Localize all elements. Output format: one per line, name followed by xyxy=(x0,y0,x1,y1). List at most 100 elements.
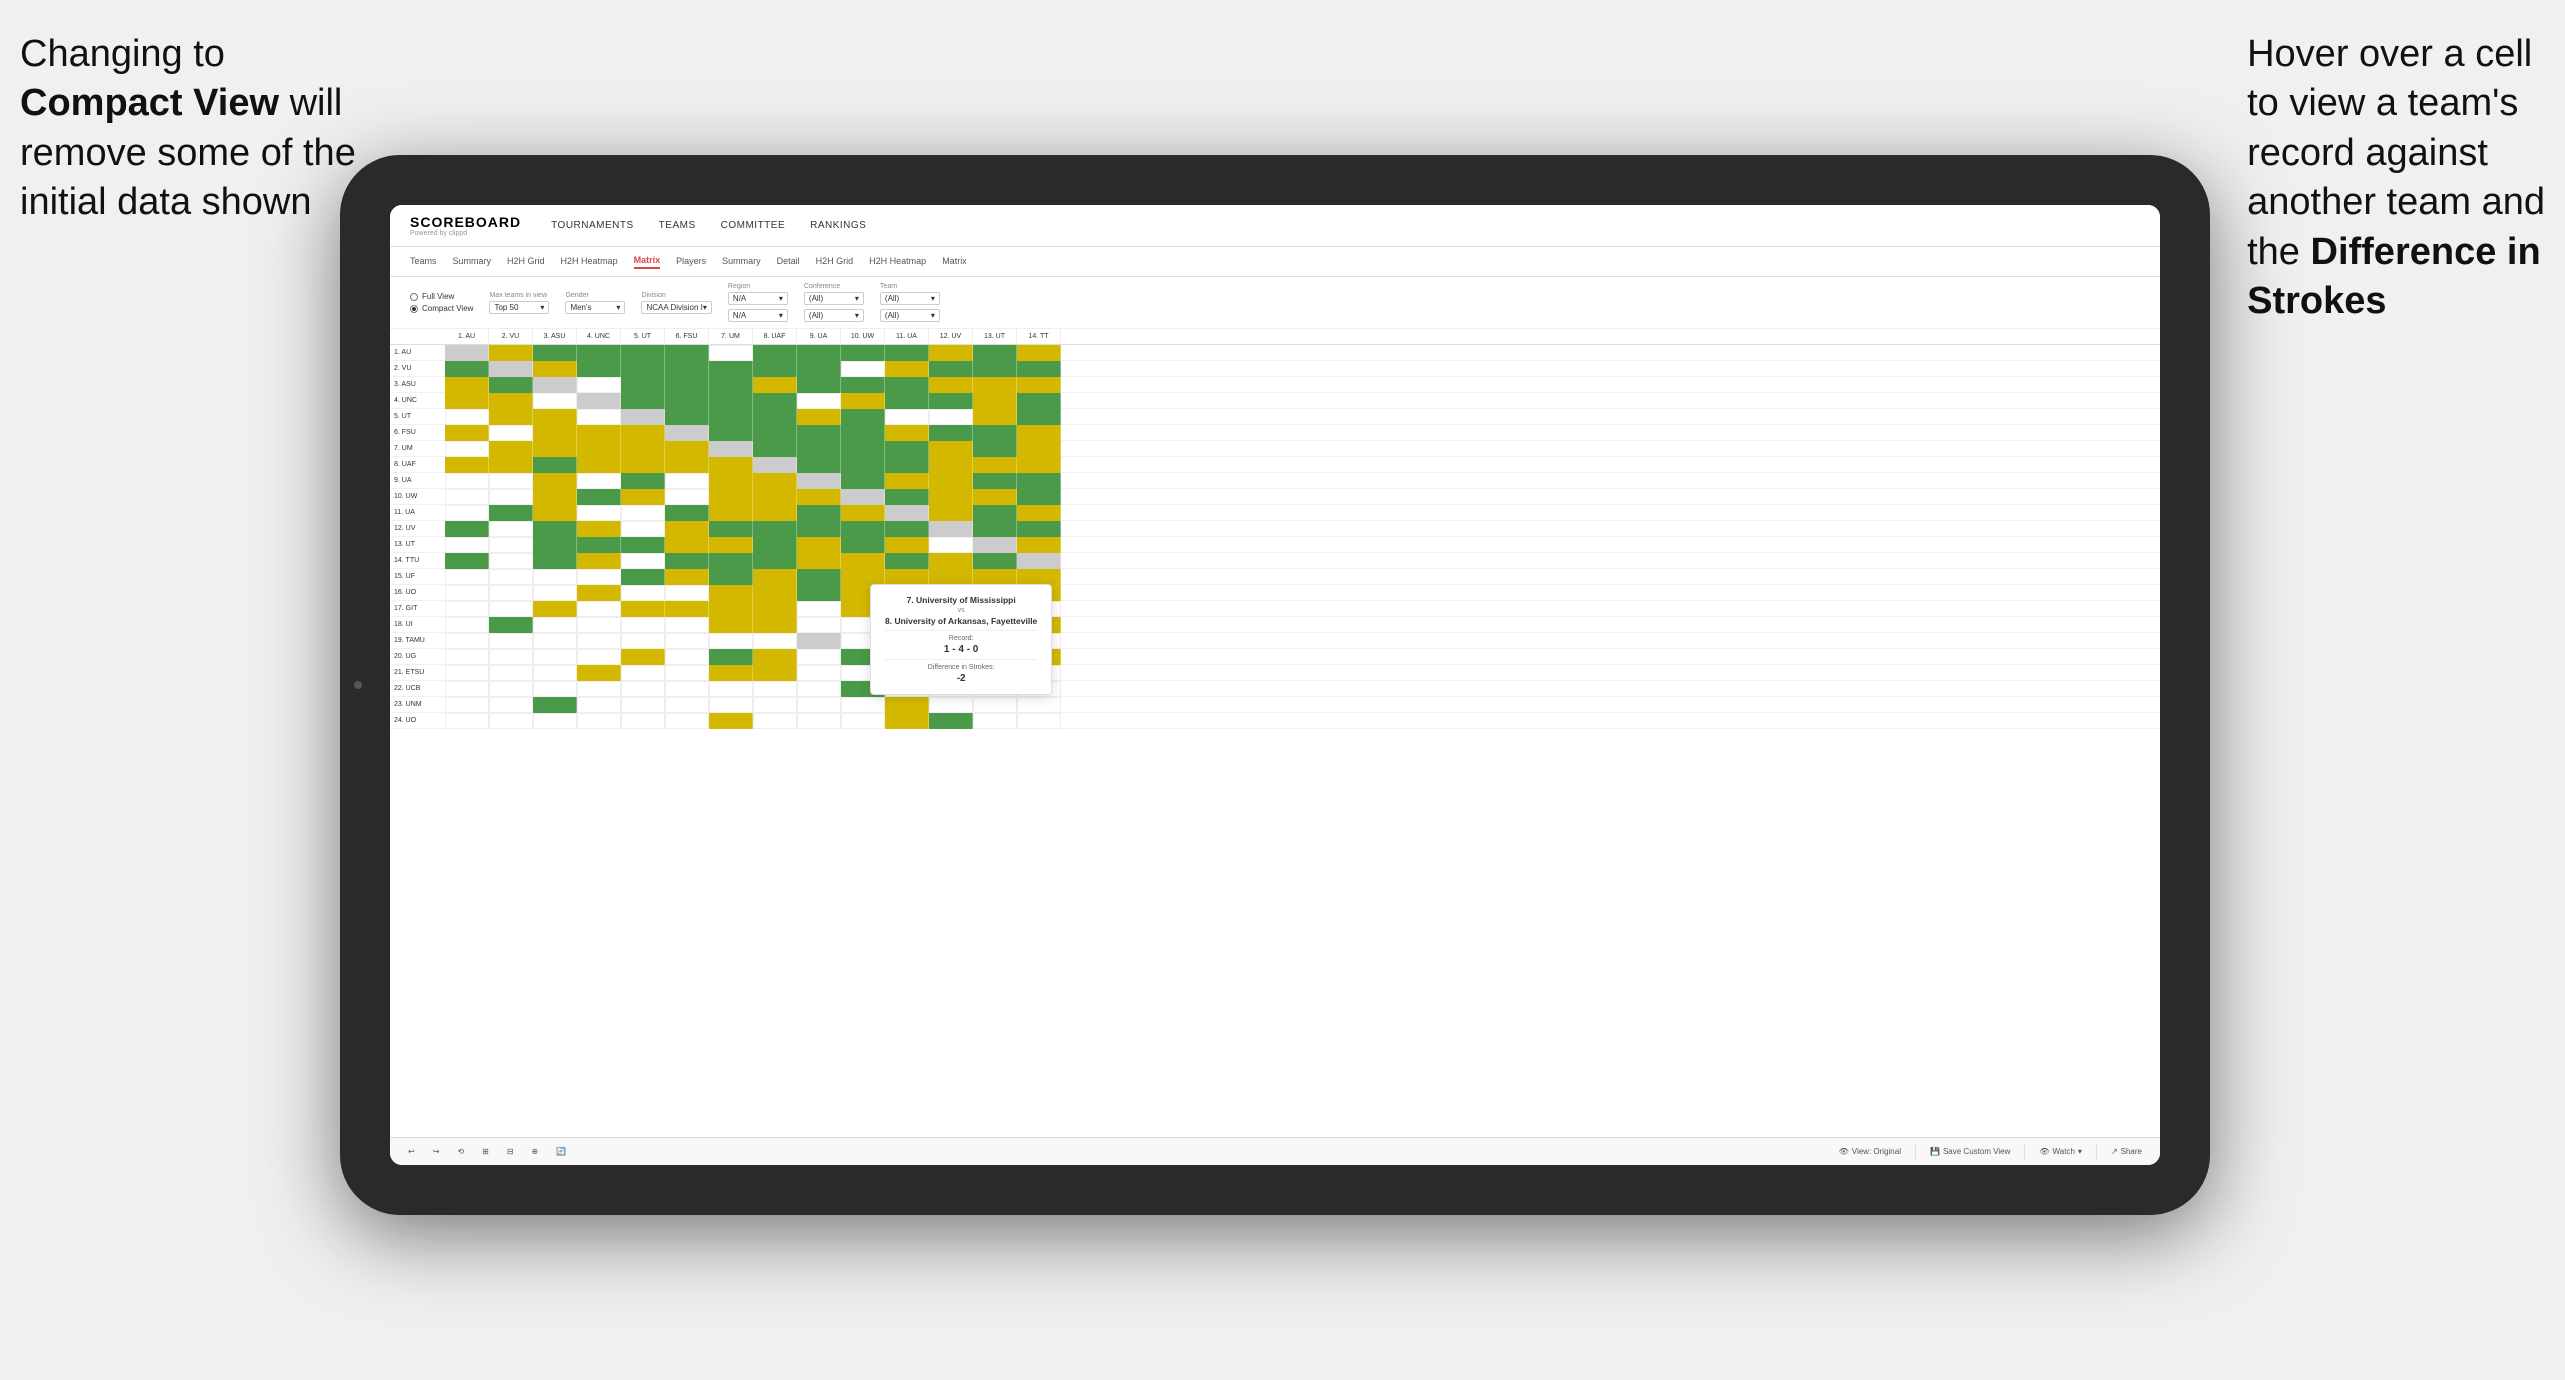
cell-7-10[interactable] xyxy=(841,441,885,457)
cell-2-8[interactable] xyxy=(753,361,797,377)
cell-23-4[interactable] xyxy=(577,697,621,713)
cell-8-13[interactable] xyxy=(973,457,1017,473)
cell-14-7[interactable] xyxy=(709,553,753,569)
cell-7-14[interactable] xyxy=(1017,441,1061,457)
cell-3-8[interactable] xyxy=(753,377,797,393)
cell-9-4[interactable] xyxy=(577,473,621,489)
cell-1-3[interactable] xyxy=(533,345,577,361)
filter-conference-select-2[interactable]: (All) ▾ xyxy=(804,309,864,322)
cell-23-6[interactable] xyxy=(665,697,709,713)
cell-18-8[interactable] xyxy=(753,617,797,633)
cell-13-5[interactable] xyxy=(621,537,665,553)
cell-24-1[interactable] xyxy=(445,713,489,729)
cell-4-14[interactable] xyxy=(1017,393,1061,409)
cell-19-7[interactable] xyxy=(709,633,753,649)
cell-4-7[interactable] xyxy=(709,393,753,409)
cell-10-13[interactable] xyxy=(973,489,1017,505)
cell-3-9[interactable] xyxy=(797,377,841,393)
cell-4-11[interactable] xyxy=(885,393,929,409)
cell-1-12[interactable] xyxy=(929,345,973,361)
cell-7-8[interactable] xyxy=(753,441,797,457)
cell-15-13[interactable] xyxy=(973,569,1017,585)
cell-16-7[interactable] xyxy=(709,585,753,601)
cell-23-1[interactable] xyxy=(445,697,489,713)
cell-24-4[interactable] xyxy=(577,713,621,729)
cell-19-3[interactable] xyxy=(533,633,577,649)
cell-20-6[interactable] xyxy=(665,649,709,665)
cell-21-7[interactable] xyxy=(709,665,753,681)
nav-teams[interactable]: TEAMS xyxy=(659,220,696,231)
cell-10-8[interactable] xyxy=(753,489,797,505)
cell-22-5[interactable] xyxy=(621,681,665,697)
cell-15-2[interactable] xyxy=(489,569,533,585)
cell-16-4[interactable] xyxy=(577,585,621,601)
cell-23-10[interactable] xyxy=(841,697,885,713)
cell-11-6[interactable] xyxy=(665,505,709,521)
cell-20-8[interactable] xyxy=(753,649,797,665)
cell-16-1[interactable] xyxy=(445,585,489,601)
cell-9-2[interactable] xyxy=(489,473,533,489)
cell-23-13[interactable] xyxy=(973,697,1017,713)
cell-19-5[interactable] xyxy=(621,633,665,649)
cell-23-11[interactable] xyxy=(885,697,929,713)
cell-14-8[interactable] xyxy=(753,553,797,569)
cell-8-11[interactable] xyxy=(885,457,929,473)
cell-8-1[interactable] xyxy=(445,457,489,473)
cell-17-8[interactable] xyxy=(753,601,797,617)
cell-21-9[interactable] xyxy=(797,665,841,681)
cell-6-10[interactable] xyxy=(841,425,885,441)
cell-8-3[interactable] xyxy=(533,457,577,473)
cell-5-6[interactable] xyxy=(665,409,709,425)
cell-17-5[interactable] xyxy=(621,601,665,617)
cell-7-11[interactable] xyxy=(885,441,929,457)
cell-12-8[interactable] xyxy=(753,521,797,537)
cell-7-2[interactable] xyxy=(489,441,533,457)
tab-h2h-heatmap-2[interactable]: H2H Heatmap xyxy=(869,256,926,268)
cell-9-3[interactable] xyxy=(533,473,577,489)
cell-3-13[interactable] xyxy=(973,377,1017,393)
cell-23-8[interactable] xyxy=(753,697,797,713)
cell-3-4[interactable] xyxy=(577,377,621,393)
nav-tournaments[interactable]: TOURNAMENTS xyxy=(551,220,634,231)
cell-13-2[interactable] xyxy=(489,537,533,553)
toolbar-zoom-in[interactable]: ⊞ xyxy=(478,1145,493,1158)
cell-1-11[interactable] xyxy=(885,345,929,361)
cell-8-9[interactable] xyxy=(797,457,841,473)
cell-11-10[interactable] xyxy=(841,505,885,521)
cell-5-10[interactable] xyxy=(841,409,885,425)
cell-20-1[interactable] xyxy=(445,649,489,665)
cell-9-13[interactable] xyxy=(973,473,1017,489)
filter-team-select-2[interactable]: (All) ▾ xyxy=(880,309,940,322)
cell-18-2[interactable] xyxy=(489,617,533,633)
cell-8-5[interactable] xyxy=(621,457,665,473)
cell-20-3[interactable] xyxy=(533,649,577,665)
cell-22-6[interactable] xyxy=(665,681,709,697)
cell-18-5[interactable] xyxy=(621,617,665,633)
cell-9-10[interactable] xyxy=(841,473,885,489)
cell-21-3[interactable] xyxy=(533,665,577,681)
cell-23-14[interactable] xyxy=(1017,697,1061,713)
cell-6-8[interactable] xyxy=(753,425,797,441)
cell-13-3[interactable] xyxy=(533,537,577,553)
cell-1-4[interactable] xyxy=(577,345,621,361)
cell-5-3[interactable] xyxy=(533,409,577,425)
cell-3-1[interactable] xyxy=(445,377,489,393)
cell-3-12[interactable] xyxy=(929,377,973,393)
cell-6-6[interactable] xyxy=(665,425,709,441)
cell-5-2[interactable] xyxy=(489,409,533,425)
cell-5-1[interactable] xyxy=(445,409,489,425)
cell-12-6[interactable] xyxy=(665,521,709,537)
cell-7-12[interactable] xyxy=(929,441,973,457)
cell-12-14[interactable] xyxy=(1017,521,1061,537)
cell-4-2[interactable] xyxy=(489,393,533,409)
tab-detail[interactable]: Detail xyxy=(777,256,800,268)
cell-12-1[interactable] xyxy=(445,521,489,537)
toolbar-grid[interactable]: ⊕ xyxy=(528,1145,543,1158)
radio-full-view[interactable]: Full View xyxy=(410,292,473,301)
filter-region-select[interactable]: N/A ▾ xyxy=(728,292,788,305)
cell-4-1[interactable] xyxy=(445,393,489,409)
tab-h2h-grid-2[interactable]: H2H Grid xyxy=(816,256,854,268)
cell-14-3[interactable] xyxy=(533,553,577,569)
cell-24-13[interactable] xyxy=(973,713,1017,729)
filter-team-select[interactable]: (All) ▾ xyxy=(880,292,940,305)
